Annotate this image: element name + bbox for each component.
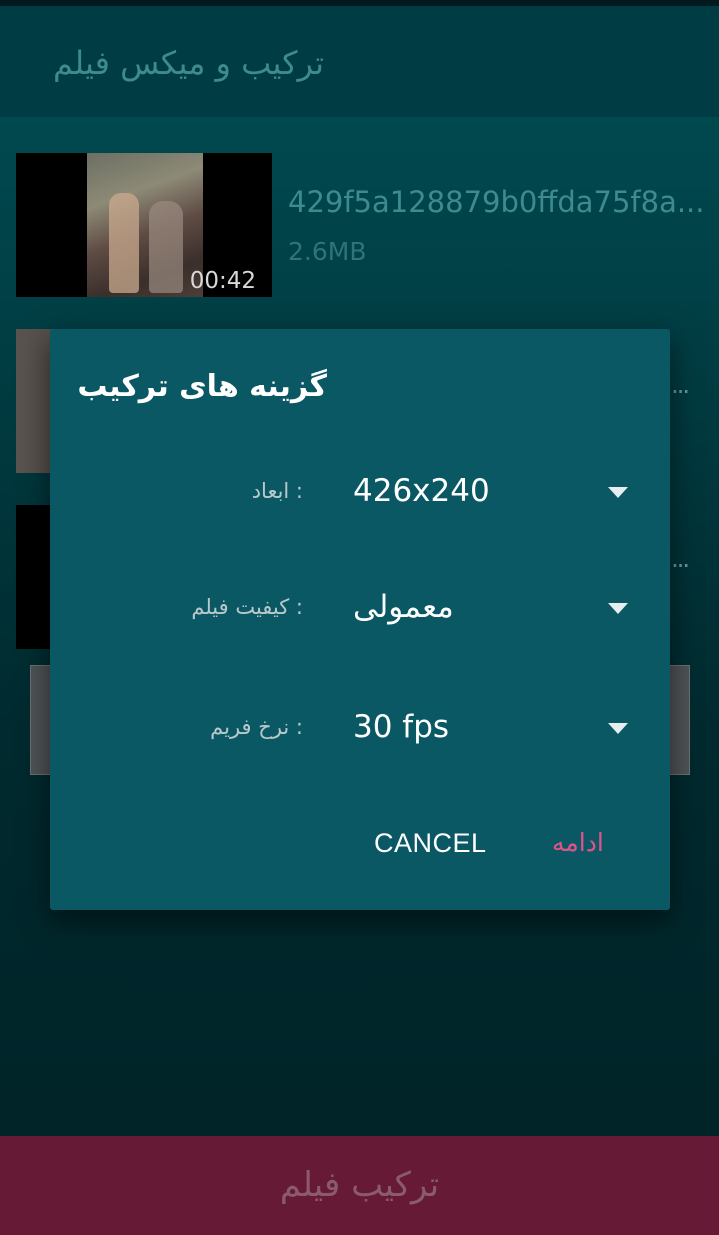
merge-video-button[interactable]: ترکیب فیلم (0, 1136, 719, 1235)
app-bar: ترکیب و میکس فیلم (0, 6, 719, 117)
cancel-button[interactable]: CANCEL (374, 823, 487, 863)
dimensions-value: 426x240 (353, 473, 490, 509)
video-frame (87, 153, 203, 297)
dialog-title: گزینه های ترکیب (77, 369, 327, 404)
frame-rate-select[interactable]: : نرخ فریم 30 fps (50, 701, 670, 761)
video-duration: 00:42 (189, 268, 256, 294)
frame-rate-value: 30 fps (353, 709, 450, 745)
dropdown-arrow-icon[interactable] (608, 723, 628, 734)
thumbnail-figure (109, 193, 139, 293)
dropdown-arrow-icon[interactable] (608, 487, 628, 498)
thumbnail-figure (149, 201, 183, 293)
more-text-icon: ... (671, 371, 690, 399)
merge-options-dialog: گزینه های ترکیب : ابعاد 426x240 : کیفیت … (50, 329, 670, 910)
video-name: 429f5a128879b0ffda75f8a... (288, 185, 705, 219)
frame-rate-label: : نرخ فریم (210, 715, 303, 739)
more-text-icon: ... (671, 545, 690, 573)
quality-label: : کیفیت فیلم (191, 595, 303, 619)
merge-video-label: ترکیب فیلم (279, 1165, 440, 1205)
continue-button[interactable]: ادامه (552, 823, 604, 863)
dropdown-arrow-icon[interactable] (608, 603, 628, 614)
video-thumbnail[interactable]: 00:42 (16, 153, 272, 297)
app-title: ترکیب و میکس فیلم (53, 44, 324, 82)
list-item[interactable]: 00:42 429f5a128879b0ffda75f8a... 2.6MB (16, 153, 716, 298)
dimensions-label: : ابعاد (251, 479, 303, 503)
quality-value: معمولی (353, 589, 454, 625)
video-size: 2.6MB (288, 237, 367, 266)
dimensions-select[interactable]: : ابعاد 426x240 (50, 465, 670, 525)
quality-select[interactable]: : کیفیت فیلم معمولی (50, 581, 670, 641)
